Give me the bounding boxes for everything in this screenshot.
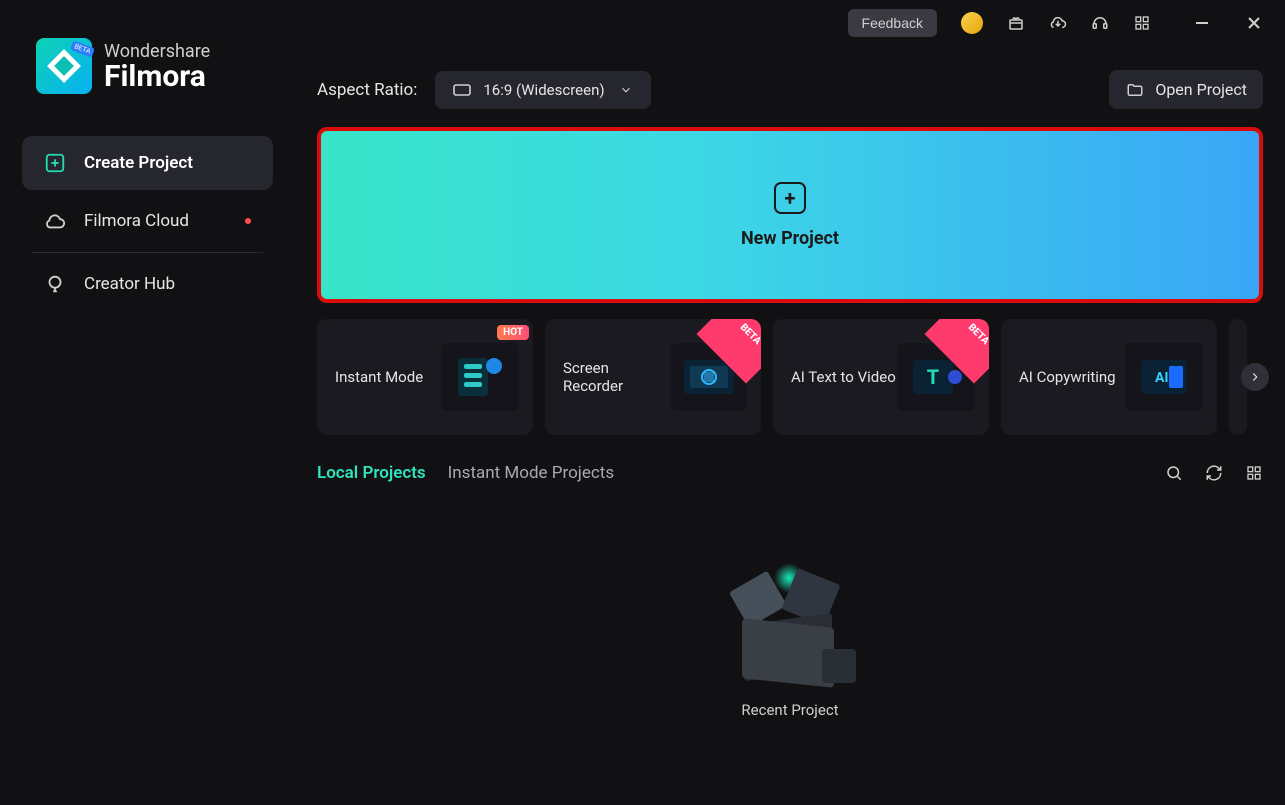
plus-square-icon [44,152,66,174]
card-ai-copywriting[interactable]: AI Copywriting AI [1001,319,1217,435]
sidebar-item-label: Creator Hub [84,274,175,294]
empty-state: Recent Project [295,487,1285,795]
card-label: AI Copywriting [1019,368,1116,386]
card-screen-recorder[interactable]: Screen Recorder [545,319,761,435]
window-controls [1189,10,1267,36]
sidebar-item-create-project[interactable]: Create Project [22,136,273,190]
projects-actions [1165,464,1263,482]
brand-main: Filmora [104,62,210,92]
titlebar: Feedback [295,0,1285,46]
brand-logo-row: Wondershare Filmora [12,18,283,124]
sidebar-item-filmora-cloud[interactable]: Filmora Cloud [22,194,273,248]
svg-text:AI: AI [1155,370,1169,386]
projects-tabs-row: Local Projects Instant Mode Projects [317,463,1263,483]
brand-text: Wondershare Filmora [104,41,210,92]
sidebar-item-creator-hub[interactable]: Creator Hub [22,257,273,311]
aspect-ratio-value: 16:9 (Widescreen) [483,81,604,99]
discord-icon[interactable] [961,12,983,34]
open-project-button[interactable]: Open Project [1109,70,1263,109]
empty-box-icon [730,563,850,683]
main-panel: Feedback [295,0,1285,805]
ai-copywriting-thumb-icon: AI [1125,343,1203,411]
card-label: Screen Recorder [563,359,671,395]
grid-view-icon[interactable] [1245,464,1263,482]
headset-icon[interactable] [1091,14,1109,32]
feedback-button[interactable]: Feedback [848,9,937,37]
notification-dot-icon [245,218,251,224]
bulb-icon [44,273,66,295]
sidebar-divider [32,252,263,253]
gift-icon[interactable] [1007,14,1025,32]
sidebar-item-label: Create Project [84,153,193,173]
card-label: Instant Mode [335,368,423,386]
aspect-ratio-label: Aspect Ratio: [317,80,417,100]
search-icon[interactable] [1165,464,1183,482]
open-project-label: Open Project [1155,80,1247,99]
beta-badge [935,319,989,359]
svg-text:T: T [927,365,939,389]
folder-icon [1125,81,1145,99]
card-label: AI Text to Video [791,368,896,386]
carousel-next-button[interactable] [1241,363,1269,391]
feature-cards: Instant Mode Screen Recorder AI Text to … [317,319,1263,435]
new-project-label: New Project [741,228,839,249]
window-close-icon[interactable] [1241,10,1267,36]
sidebar-nav: Create Project Filmora Cloud Creator Hub [12,132,283,315]
tab-local-projects[interactable]: Local Projects [317,463,426,483]
sidebar-item-label: Filmora Cloud [84,211,189,231]
aspect-ratio-select[interactable]: 16:9 (Widescreen) [435,71,650,109]
refresh-icon[interactable] [1205,464,1223,482]
sidebar: Wondershare Filmora Create Project Filmo… [0,0,295,805]
projects-tabs: Local Projects Instant Mode Projects [317,463,614,483]
cloud-download-icon[interactable] [1049,14,1067,32]
card-ai-text-to-video[interactable]: AI Text to Video T [773,319,989,435]
new-project-button[interactable]: + New Project [317,127,1263,303]
window-minimize-icon[interactable] [1189,10,1215,36]
plus-icon: + [774,182,806,214]
filmora-logo-icon [36,38,92,94]
cloud-icon [44,210,66,232]
chevron-down-icon [619,83,633,97]
beta-badge [707,319,761,359]
empty-state-label: Recent Project [741,701,838,719]
tab-instant-mode-projects[interactable]: Instant Mode Projects [448,463,614,483]
aspect-rect-icon [453,84,471,96]
hot-badge [479,319,533,359]
card-instant-mode[interactable]: Instant Mode [317,319,533,435]
apps-grid-icon[interactable] [1133,14,1151,32]
toolbar: Aspect Ratio: 16:9 (Widescreen) Open Pro… [295,46,1285,123]
